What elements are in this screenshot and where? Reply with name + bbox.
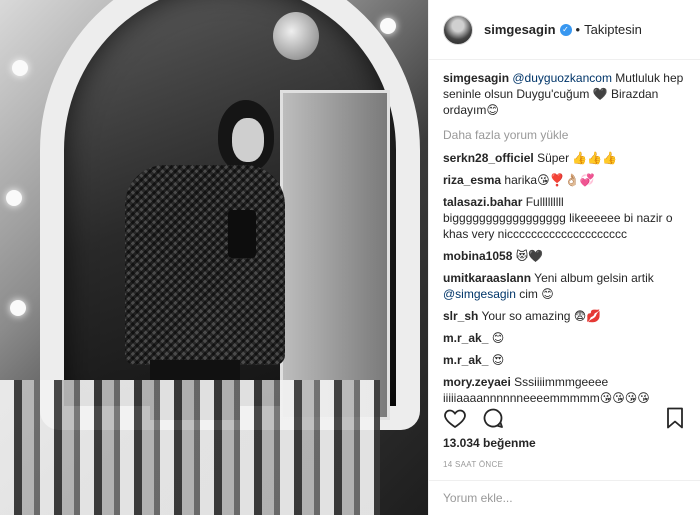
- comment-text: Süper 👍👍👍: [537, 151, 618, 165]
- room-door: [280, 90, 390, 420]
- follow-status[interactable]: Takiptesin: [584, 22, 642, 37]
- mirror-bulb: [6, 190, 22, 206]
- comment-item: umitkaraaslann Yeni album gelsin artik @…: [443, 270, 686, 302]
- mirror-bulb: [12, 60, 28, 76]
- comment-item: m.r_ak_ 😊: [443, 330, 686, 346]
- verified-badge-icon: ✓: [559, 23, 572, 36]
- comment-username[interactable]: slr_sh: [443, 309, 478, 323]
- caption-username[interactable]: simgesagin: [443, 71, 509, 85]
- comment-icon[interactable]: [481, 406, 505, 430]
- comment-item: slr_sh Your so amazing 😨💋: [443, 308, 686, 324]
- post-timestamp[interactable]: 14 SAAT ÖNCE: [443, 460, 503, 469]
- comment-username[interactable]: m.r_ak_: [443, 331, 488, 345]
- mirror-bulb: [10, 300, 26, 316]
- person-face: [232, 118, 264, 162]
- comment-box: [429, 480, 700, 515]
- post-image[interactable]: [0, 0, 428, 515]
- comment-username[interactable]: riza_esma: [443, 173, 501, 187]
- comment-username[interactable]: mobina1058: [443, 249, 512, 263]
- comment-item: mobina1058 😻🖤: [443, 248, 686, 264]
- caption-mention[interactable]: @duyguozkancom: [512, 71, 612, 85]
- comment-username[interactable]: serkn28_officiel: [443, 151, 534, 165]
- vanity-table-cosmetics: [0, 380, 380, 515]
- comment-item: serkn28_officiel Süper 👍👍👍: [443, 150, 686, 166]
- post-username[interactable]: simgesagin: [484, 22, 556, 37]
- comment-item: talasazi.bahar Fulllllllll biggggggggggg…: [443, 194, 686, 242]
- comment-text: 😻🖤: [515, 249, 544, 263]
- separator-dot: •: [575, 22, 581, 37]
- comment-username[interactable]: m.r_ak_: [443, 353, 488, 367]
- likes-count[interactable]: 13.034 beğenme: [443, 436, 536, 450]
- caption: simgesagin @duyguozkancom Mutluluk hep s…: [443, 70, 686, 118]
- avatar[interactable]: [443, 14, 473, 45]
- comment-item: m.r_ak_ 😍: [443, 352, 686, 368]
- load-more-comments-link[interactable]: Daha fazla yorum yükle: [443, 128, 686, 142]
- comment-text: Fulllllllll: [525, 195, 564, 209]
- post-sidebar: simgesagin ✓ • Takiptesin simgesagin @du…: [428, 0, 700, 515]
- phone: [228, 210, 256, 258]
- comment-text: cim 😊: [515, 287, 554, 301]
- person-plaid-dress: [125, 165, 285, 365]
- comment-text: Yeni album gelsin artik: [534, 271, 654, 285]
- comment-text: biggggggggggggggggg likeeeeee bi nazir o…: [443, 211, 673, 241]
- bookmark-icon[interactable]: [663, 406, 687, 430]
- comment-username[interactable]: umitkaraaslann: [443, 271, 531, 285]
- comment-input[interactable]: [443, 491, 687, 505]
- comment-text: Your so amazing 😨💋: [481, 309, 602, 323]
- mirror-bulb: [380, 18, 396, 34]
- comment-text: 😊: [491, 331, 505, 345]
- comment-mention[interactable]: @simgesagin: [443, 287, 516, 301]
- comments-list[interactable]: simgesagin @duyguozkancom Mutluluk hep s…: [429, 60, 700, 405]
- comment-text: 😍: [491, 353, 505, 367]
- action-bar: [443, 403, 687, 433]
- comment-username[interactable]: talasazi.bahar: [443, 195, 522, 209]
- ceiling-lamp: [273, 12, 319, 60]
- heart-icon[interactable]: [443, 406, 467, 430]
- comment-username[interactable]: mory.zeyaei: [443, 375, 511, 389]
- comment-item: riza_esma harika😘❣️👌🏼💞: [443, 172, 686, 188]
- comment-text: harika😘❣️👌🏼💞: [504, 173, 595, 187]
- post-header: simgesagin ✓ • Takiptesin: [429, 0, 700, 60]
- comment-item: mory.zeyaei Sssiiiimmmgeeee iiiiiaaaannn…: [443, 374, 686, 405]
